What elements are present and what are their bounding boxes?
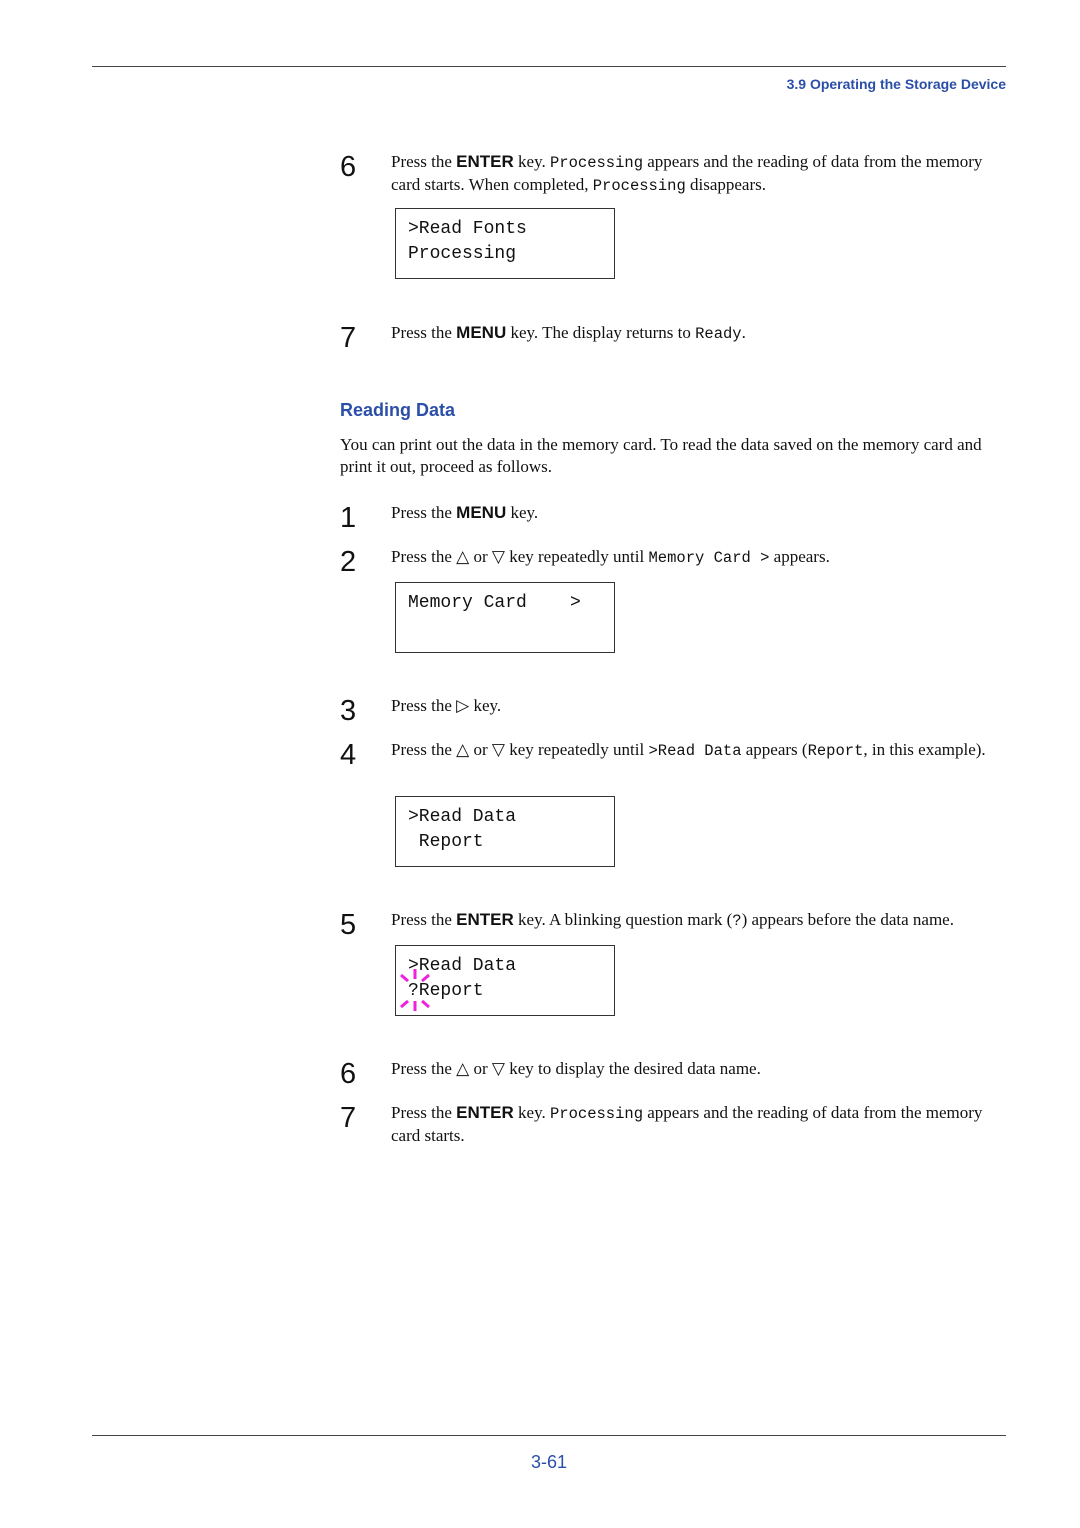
lcd-line: >Read Fonts [408, 219, 527, 239]
text-segment: key. [513, 152, 550, 171]
text-segment: . [741, 323, 746, 342]
page-number: 3-61 [530, 1452, 568, 1472]
text-segment: Press the ▷ key. [391, 696, 502, 715]
header-rule [92, 66, 1006, 67]
step-text: Press the MENU key. The display returns … [391, 322, 1006, 345]
step-number: 2 [340, 546, 357, 578]
lcd-line: >Read Data [408, 807, 517, 827]
text-segment: appears. [769, 547, 830, 566]
step-text: Press the ENTER key. Processing appears … [391, 1102, 1006, 1147]
step-text: Press the △ or ▽ key to display the desi… [391, 1058, 1006, 1080]
display-text: Memory Card > [648, 549, 770, 567]
key-name: ENTER [456, 1103, 514, 1122]
key-name: ENTER [456, 910, 514, 929]
text-segment: key. [506, 503, 539, 522]
text-segment: Press the △ or ▽ key to display the desi… [391, 1059, 761, 1078]
lcd-display: >Read Data ?Report [395, 945, 615, 1016]
display-text: Ready [695, 325, 742, 343]
text-segment: Press the [391, 503, 457, 522]
step-text: Press the MENU key. [391, 502, 1006, 524]
lcd-line: Processing [408, 244, 517, 264]
step-number: 5 [340, 909, 357, 941]
section-heading: Reading Data [340, 400, 456, 420]
display-text: Processing [592, 177, 686, 195]
display-text: Report [807, 742, 864, 760]
step-number: 7 [340, 1102, 357, 1134]
step-number: 3 [340, 695, 357, 727]
display-text: >Read Data [648, 742, 742, 760]
text-segment: Press the [391, 1103, 457, 1122]
footer-rule [92, 1435, 1006, 1436]
lcd-line: >Read Data [408, 956, 517, 976]
display-text: Processing [550, 1105, 644, 1123]
text-segment: disappears. [685, 175, 767, 194]
step-number: 6 [340, 151, 357, 183]
lcd-line: Memory Card > [408, 593, 581, 613]
text-segment: key. A blinking question mark ( [513, 910, 733, 929]
step-number: 4 [340, 739, 357, 771]
intro-paragraph: You can print out the data in the memory… [340, 435, 982, 476]
step-text: Press the ▷ key. [391, 695, 1006, 717]
lcd-display: >Read Data Report [395, 796, 615, 867]
display-text: Processing [550, 154, 644, 172]
step-number: 1 [340, 502, 357, 534]
blinking-cursor-icon [400, 969, 430, 1011]
lcd-display: >Read Fonts Processing [395, 208, 615, 279]
lcd-display: Memory Card > [395, 582, 615, 653]
text-segment: Press the △ or ▽ key repeatedly until [391, 547, 649, 566]
step-text: Press the △ or ▽ key repeatedly until >R… [391, 739, 1006, 762]
display-text: ? [732, 912, 742, 930]
lcd-line: Report [408, 832, 484, 852]
text-segment: key. The display returns to [506, 323, 696, 342]
section-header: 3.9 Operating the Storage Device [786, 76, 1006, 92]
text-segment: appears ( [741, 740, 808, 759]
lcd-line [408, 616, 614, 641]
manual-page: 3.9 Operating the Storage Device 6 Press … [0, 0, 1080, 1528]
text-segment: Press the △ or ▽ key repeatedly until [391, 740, 649, 759]
text-segment: Press the [391, 323, 457, 342]
step-text: Press the ENTER key. Processing appears … [391, 151, 1006, 197]
text-segment: , in this example). [863, 740, 986, 759]
lcd-line: ?Report [408, 981, 484, 1001]
step-text: Press the △ or ▽ key repeatedly until Me… [391, 546, 1006, 569]
step-text: Press the ENTER key. A blinking question… [391, 909, 1006, 932]
text-segment: ) appears before the data name. [741, 910, 954, 929]
text-segment: key. [513, 1103, 550, 1122]
step-number: 7 [340, 322, 357, 354]
key-name: MENU [456, 503, 507, 522]
key-name: MENU [456, 323, 507, 342]
step-number: 6 [340, 1058, 357, 1090]
text-segment: Press the [391, 152, 457, 171]
key-name: ENTER [456, 152, 514, 171]
text-segment: Press the [391, 910, 457, 929]
